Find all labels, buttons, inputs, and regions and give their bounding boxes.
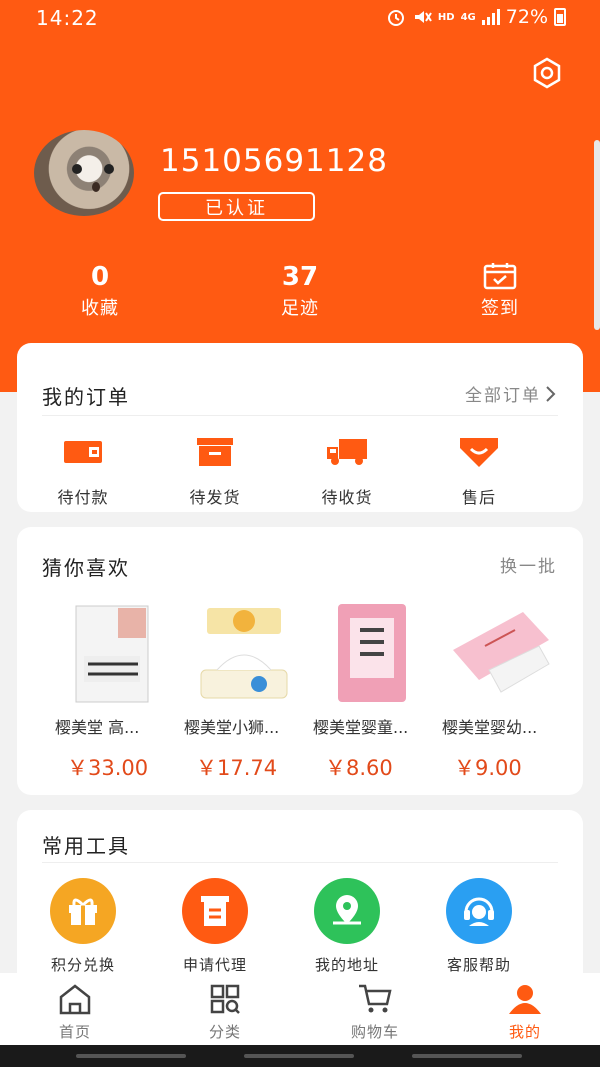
product-card[interactable]: 樱美堂婴童... ￥8.60: [307, 600, 436, 782]
order-after-sale[interactable]: 售后: [413, 436, 545, 508]
battery-icon: [554, 8, 566, 26]
nav-category-label: 分类: [208, 1023, 241, 1041]
footprints-label: 足迹: [281, 298, 319, 319]
product-list: 樱美堂 高... ￥33.00 樱美堂小狮... ￥17.74 樱美堂婴童...…: [17, 600, 583, 782]
apply-agent-tool[interactable]: 申请代理: [149, 878, 281, 975]
product-price: ￥9.00: [454, 756, 522, 780]
avatar[interactable]: [34, 130, 134, 216]
battery-level: 72%: [505, 6, 548, 28]
footprints-stat[interactable]: 37 足迹: [240, 262, 360, 320]
order-status-row: 待付款 待发货 待收货 售后: [17, 436, 583, 508]
order-pending-shipment-label: 待发货: [189, 488, 241, 507]
product-image: [187, 600, 299, 704]
system-bar-recent[interactable]: [412, 1054, 522, 1058]
product-image: [58, 600, 170, 704]
status-bar: 14:22 HD 4G 72%: [0, 0, 600, 36]
user-icon: [509, 985, 541, 1014]
apply-agent-label: 申请代理: [182, 956, 247, 974]
document-icon: [182, 878, 248, 944]
favorites-label: 收藏: [81, 298, 119, 319]
avatar-eye: [104, 164, 114, 174]
settings-hexagon-icon: [533, 57, 561, 89]
points-exchange-label: 积分兑换: [50, 956, 115, 974]
product-name: 樱美堂小狮...: [184, 718, 280, 737]
order-pending-payment-label: 待付款: [57, 488, 109, 507]
avatar-mouth: [92, 182, 100, 192]
package-icon: [197, 438, 233, 466]
system-navigation-bar: [0, 1045, 600, 1067]
my-address-label: 我的地址: [314, 956, 379, 974]
my-address-tool[interactable]: 我的地址: [281, 878, 413, 975]
all-orders-label: 全部订单: [465, 386, 541, 406]
recommendations-title: 猜你喜欢: [42, 556, 130, 580]
signal-icon: [481, 9, 500, 25]
product-card[interactable]: 樱美堂婴幼... ￥9.00: [436, 600, 565, 782]
order-pending-shipment[interactable]: 待发货: [149, 436, 281, 508]
location-icon: [314, 878, 380, 944]
product-name: 樱美堂 高...: [55, 718, 140, 737]
favorites-count: 0: [90, 262, 110, 288]
order-after-sale-label: 售后: [461, 488, 496, 507]
system-bar-back[interactable]: [76, 1054, 186, 1058]
nav-home-label: 首页: [58, 1023, 91, 1041]
customer-service-label: 客服帮助: [446, 956, 511, 974]
gift-icon: [50, 878, 116, 944]
checkin-stat[interactable]: 签到: [440, 262, 560, 320]
mute-icon: [414, 11, 432, 23]
refresh-button[interactable]: 换一批: [500, 552, 557, 577]
product-price: ￥8.60: [325, 756, 393, 780]
wallet-icon: [64, 441, 102, 463]
nav-cart-label: 购物车: [350, 1023, 399, 1041]
status-indicators: HD 4G 72%: [386, 6, 566, 28]
nav-home[interactable]: 首页: [0, 973, 150, 1045]
nav-cart[interactable]: 购物车: [300, 973, 450, 1045]
network-type: 4G: [460, 11, 476, 23]
orders-title: 我的订单: [42, 385, 130, 409]
username: 15105691128: [160, 143, 388, 179]
category-icon: [210, 984, 240, 1014]
footprints-count: 37: [281, 262, 319, 288]
truck-icon: [327, 439, 367, 465]
scroll-indicator: [594, 140, 600, 330]
customer-service-tool[interactable]: 客服帮助: [413, 878, 545, 975]
nav-mine[interactable]: 我的: [450, 973, 600, 1045]
alarm-icon: [387, 10, 404, 26]
status-time: 14:22: [36, 6, 99, 30]
nav-mine-label: 我的: [508, 1023, 541, 1041]
cart-icon: [359, 984, 392, 1013]
verified-badge: 已认证: [158, 192, 315, 221]
order-pending-receipt-label: 待收货: [321, 488, 373, 507]
chevron-right-icon: [546, 385, 556, 402]
tools-title: 常用工具: [42, 834, 130, 858]
after-sale-icon: [460, 438, 498, 467]
checkin-label: 签到: [481, 298, 519, 319]
orders-divider: [42, 415, 558, 416]
product-card[interactable]: 樱美堂小狮... ￥17.74: [178, 600, 307, 782]
product-name: 樱美堂婴童...: [313, 718, 409, 737]
product-image: [316, 600, 428, 704]
bottom-navigation: 首页 分类 购物车 我的: [0, 973, 600, 1045]
tools-divider: [42, 862, 558, 863]
headset-icon: [446, 878, 512, 944]
tools-row: 积分兑换 申请代理 我的地址 客服帮助: [17, 878, 583, 975]
settings-button[interactable]: [530, 56, 564, 90]
favorites-stat[interactable]: 0 收藏: [40, 262, 160, 320]
all-orders-link[interactable]: 全部订单: [465, 381, 557, 406]
product-price: ￥17.74: [196, 756, 278, 780]
system-bar-home[interactable]: [244, 1054, 354, 1058]
avatar-eye: [72, 164, 82, 174]
order-pending-receipt[interactable]: 待收货: [281, 436, 413, 508]
order-pending-payment[interactable]: 待付款: [17, 436, 149, 508]
product-card[interactable]: 樱美堂 高... ￥33.00: [49, 600, 178, 782]
nav-category[interactable]: 分类: [150, 973, 300, 1045]
hd-indicator: HD: [437, 11, 455, 23]
home-icon: [59, 984, 91, 1015]
product-price: ￥33.00: [67, 756, 149, 780]
product-name: 樱美堂婴幼...: [442, 718, 538, 737]
calendar-check-icon: [483, 263, 517, 290]
points-exchange-tool[interactable]: 积分兑换: [17, 878, 149, 975]
product-image: [445, 600, 557, 704]
